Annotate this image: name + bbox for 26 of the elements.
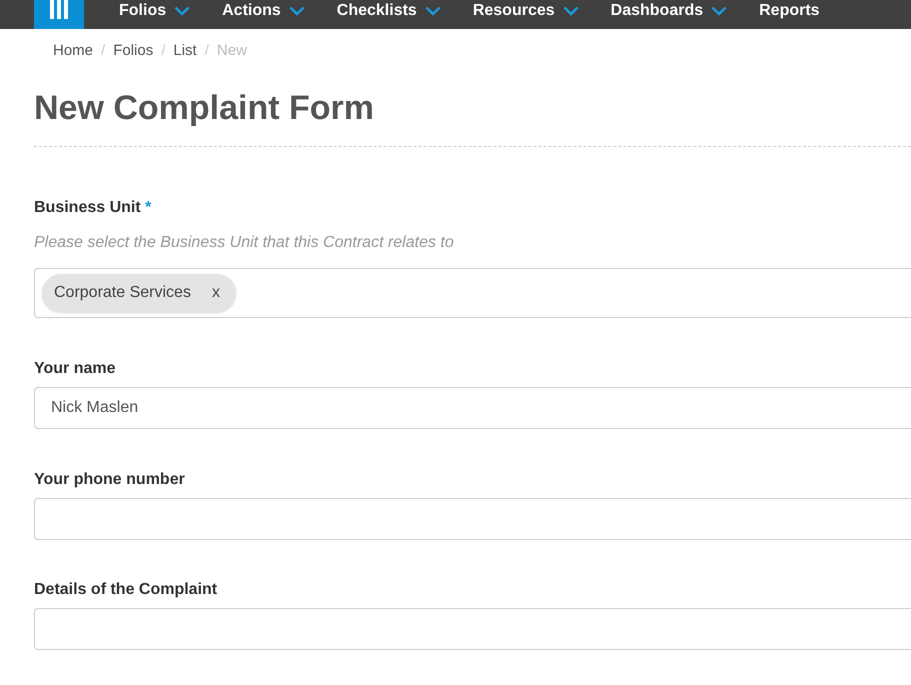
page-title: New Complaint Form bbox=[34, 88, 376, 128]
multiselect-field[interactable]: Corporate Services x bbox=[34, 268, 911, 318]
breadcrumb-link[interactable]: Home bbox=[53, 41, 94, 61]
breadcrumb-separator: / bbox=[161, 41, 166, 61]
field-label: Your phone number bbox=[34, 470, 186, 490]
nav-menu-item[interactable]: Actions bbox=[222, 2, 305, 20]
help-text: Please select the Business Unit that this Contract relates to bbox=[34, 233, 455, 253]
nav-menu-item[interactable]: Resources bbox=[472, 2, 579, 20]
field-label: Your name bbox=[34, 359, 116, 379]
nav-menu-item[interactable]: Dashboards bbox=[610, 2, 728, 20]
field-label: Details of the Complaint bbox=[34, 580, 218, 600]
logo-icon[interactable] bbox=[34, 0, 84, 29]
text-input-field[interactable]: Nick Maslen bbox=[34, 387, 911, 429]
breadcrumb-link[interactable]: List bbox=[173, 41, 197, 61]
breadcrumb-link[interactable]: Folios bbox=[113, 41, 154, 61]
field-label: Business Unit * bbox=[34, 198, 152, 218]
text-input-field[interactable] bbox=[34, 608, 911, 650]
breadcrumb-current: New bbox=[216, 41, 247, 61]
nav-menu-item[interactable]: Folios bbox=[119, 2, 190, 20]
text-input-field[interactable] bbox=[34, 498, 911, 540]
breadcrumb-separator: / bbox=[101, 41, 106, 61]
breadcrumb-separator: / bbox=[204, 41, 209, 61]
nav-menu-item[interactable]: Reports bbox=[759, 2, 820, 20]
nav-menu-item[interactable]: Checklists bbox=[336, 2, 441, 20]
remove-tag-button[interactable]: x bbox=[212, 283, 220, 303]
tag-label: Corporate Services bbox=[54, 283, 191, 303]
